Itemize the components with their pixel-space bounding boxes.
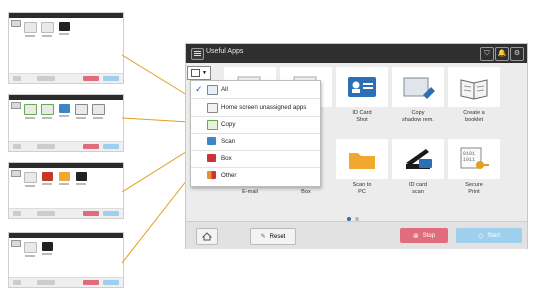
reset-button[interactable]: ✎ Reset <box>250 228 296 245</box>
filter-option-box[interactable]: Box <box>191 150 320 168</box>
start-icon: ◇ <box>477 232 484 240</box>
bell-icon[interactable]: 🔔 <box>495 47 509 61</box>
filter-option-label: All <box>221 86 228 93</box>
shadow-removal-icon <box>392 67 444 107</box>
app-label: Scan to PC <box>352 182 372 195</box>
start-label: Start <box>487 232 501 239</box>
title-bar: Useful Apps ⛉ 🔔 ⚙ <box>186 44 527 63</box>
app-label: Create a booklet <box>463 110 485 123</box>
app-tile-id-card-shot[interactable]: ID Card Shot <box>336 67 388 124</box>
filter-dropdown-button[interactable]: ▼ <box>187 66 211 80</box>
app-label: ID card scan <box>408 182 428 195</box>
box-icon <box>207 154 216 162</box>
stop-button[interactable]: ⊗ Stop <box>400 228 448 243</box>
app-tile-secure-print[interactable]: 0101 1011 Secure Print <box>448 139 500 196</box>
list-icon <box>207 85 218 95</box>
app-tile-create-booklet[interactable]: Create a booklet <box>448 67 500 124</box>
list-icon <box>191 69 201 77</box>
stop-icon: ⊗ <box>412 232 419 240</box>
home-button[interactable] <box>196 228 218 245</box>
footer-bar: ✎ Reset ⊗ Stop ◇ Start <box>186 221 527 249</box>
chevron-down-icon: ▼ <box>202 70 207 76</box>
home-screen-icon <box>207 103 218 113</box>
home-icon <box>202 232 212 241</box>
shield-icon[interactable]: ⛉ <box>480 47 494 61</box>
filter-option-home-unassigned[interactable]: Home screen unassigned apps <box>191 99 320 117</box>
app-label: ID Card Shot <box>352 110 372 123</box>
checkmark-icon: ✓ <box>195 84 203 94</box>
folder-icon <box>336 139 388 179</box>
filter-option-label: Copy <box>221 121 236 128</box>
secure-print-icon: 0101 1011 <box>448 139 500 179</box>
svg-text:1011: 1011 <box>463 157 475 163</box>
reset-icon: ✎ <box>260 234 266 240</box>
filter-option-label: Home screen unassigned apps <box>221 104 307 111</box>
filter-option-copy[interactable]: Copy <box>191 116 320 134</box>
page-title: Useful Apps <box>206 48 244 55</box>
other-icon <box>207 171 216 179</box>
filter-option-label: Other <box>221 172 237 179</box>
menu-icon[interactable] <box>191 48 204 60</box>
app-tile-id-card-scan[interactable]: ID card scan <box>392 139 444 196</box>
stop-label: Stop <box>422 232 436 239</box>
id-card-icon <box>336 67 388 107</box>
filter-dropdown-menu: ✓ All Home screen unassigned apps Copy S… <box>190 80 321 187</box>
gear-icon[interactable]: ⚙ <box>510 47 524 61</box>
filter-option-other[interactable]: Other <box>191 167 320 184</box>
filter-option-label: Scan <box>221 138 236 145</box>
app-tile-scan-to-pc[interactable]: Scan to PC <box>336 139 388 196</box>
app-label: Copy shadow rem. <box>401 110 435 123</box>
scan-icon <box>207 137 216 145</box>
app-tile-copy-shadow-removal[interactable]: Copy shadow rem. <box>392 67 444 124</box>
reset-label: Reset <box>269 233 286 240</box>
filter-option-label: Box <box>221 155 232 162</box>
start-button[interactable]: ◇ Start <box>456 228 522 243</box>
app-label: Secure Print <box>465 182 483 195</box>
id-scan-icon <box>392 139 444 179</box>
booklet-icon <box>448 67 500 107</box>
filter-option-all[interactable]: ✓ All <box>191 81 320 99</box>
filter-option-scan[interactable]: Scan <box>191 133 320 151</box>
copy-icon <box>207 120 218 130</box>
